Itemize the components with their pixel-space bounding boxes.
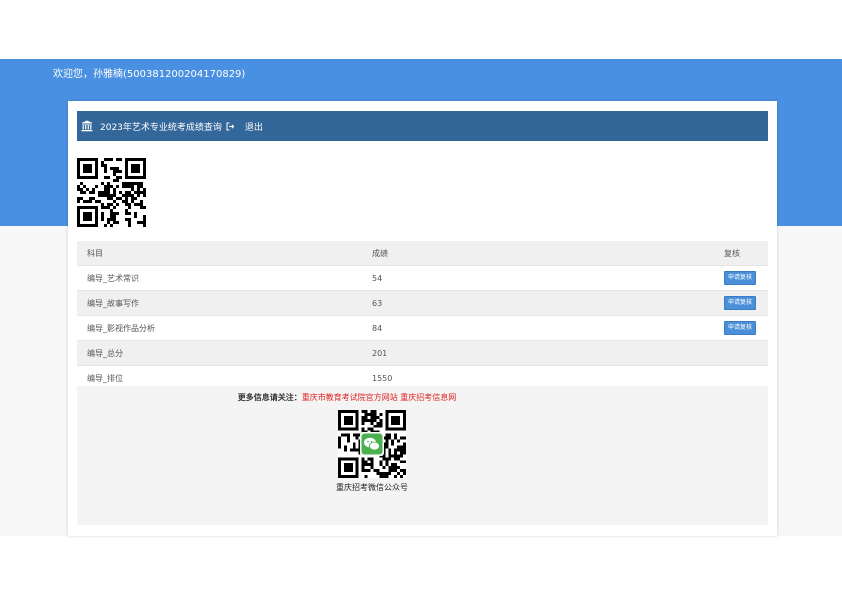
subject-cell: 编导_影视作品分析 — [77, 315, 372, 341]
score-cell: 201 — [372, 340, 724, 366]
review-cell — [724, 340, 768, 366]
score-table: 科目 成绩 复核 编导_艺术常识 54 申请复核 编导_故事写作 63 申请复核… — [77, 241, 768, 391]
logout-label: 退出 — [244, 122, 263, 133]
more-info-label: 更多信息请关注： — [237, 393, 302, 402]
apply-review-button[interactable]: 申请复核 — [724, 271, 757, 285]
header-review: 复核 — [724, 241, 768, 266]
header-score: 成绩 — [372, 241, 724, 266]
table-row: 编导_故事写作 63 申请复核 — [77, 290, 768, 316]
subject-cell: 编导_故事写作 — [77, 290, 372, 316]
table-row: 编导_影视作品分析 84 申请复核 — [77, 315, 768, 341]
subject-cell: 编导_总分 — [77, 340, 372, 366]
exam-authority-link[interactable]: 重庆市教育考试院官方网站 — [302, 393, 398, 402]
score-cell: 84 — [372, 315, 724, 341]
review-cell: 申请复核 — [724, 265, 768, 291]
more-info-line: 更多信息请关注：重庆市教育考试院官方网站 重庆招考信息网 — [77, 392, 617, 403]
apply-review-button[interactable]: 申请复核 — [724, 321, 757, 335]
header-subject: 科目 — [77, 241, 372, 266]
title-bar: 2023年艺术专业统考成绩查询 退出 — [77, 111, 768, 141]
wechat-icon — [360, 432, 384, 456]
logout-link[interactable]: 退出 — [226, 120, 263, 133]
table-row: 编导_艺术常识 54 申请复核 — [77, 265, 768, 291]
subject-cell: 编导_艺术常识 — [77, 265, 372, 291]
table-header-row: 科目 成绩 复核 — [77, 241, 768, 266]
review-cell: 申请复核 — [724, 290, 768, 316]
info-panel: 更多信息请关注：重庆市教育考试院官方网站 重庆招考信息网 — [77, 386, 768, 525]
institution-icon — [81, 120, 93, 132]
wechat-qr-code — [338, 410, 406, 478]
apply-review-button[interactable]: 申请复核 — [724, 296, 757, 310]
welcome-text: 欢迎您，孙雅楠(500381200204170829) — [53, 69, 246, 80]
wechat-caption: 重庆招考微信公众号 — [336, 483, 408, 492]
table-row: 编导_总分 201 — [77, 340, 768, 366]
exam-info-link[interactable]: 重庆招考信息网 — [400, 393, 456, 402]
qr-code-image — [77, 158, 146, 227]
review-cell: 申请复核 — [724, 315, 768, 341]
score-cell: 54 — [372, 265, 724, 291]
sign-out-icon — [226, 122, 235, 131]
score-cell: 63 — [372, 290, 724, 316]
page-title: 2023年艺术专业统考成绩查询 — [100, 122, 222, 133]
